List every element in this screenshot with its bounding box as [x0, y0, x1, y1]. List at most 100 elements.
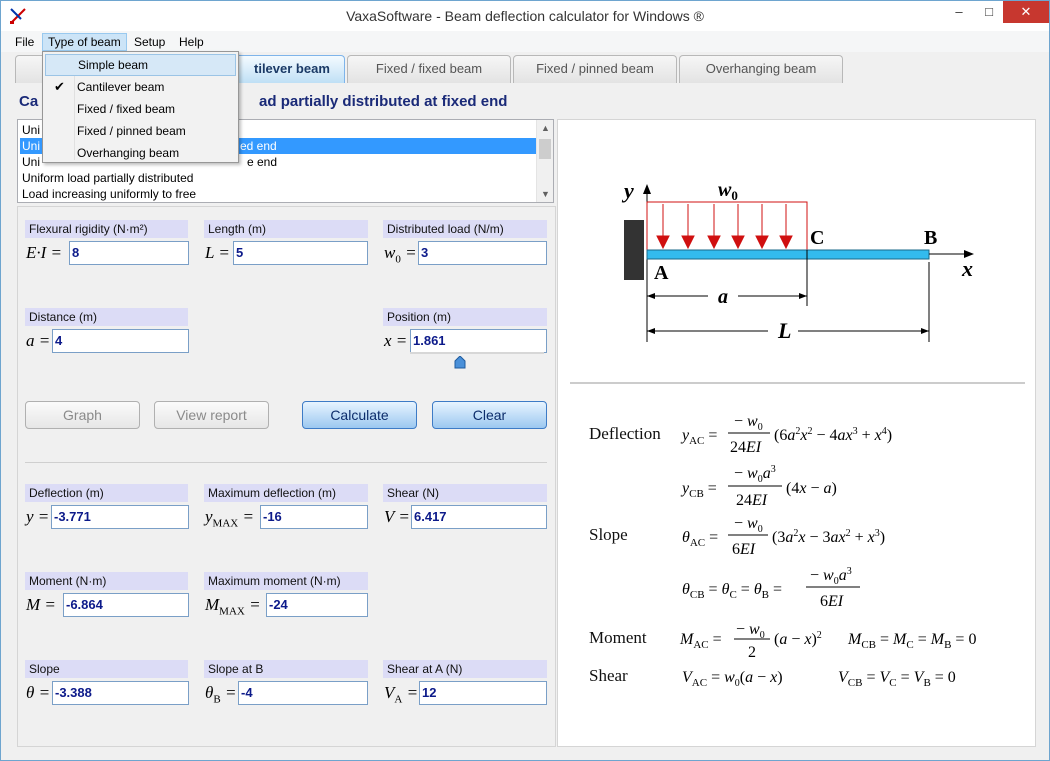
- formula-y-ac-rhs: (6a2x2 − 4ax3 + x4): [774, 426, 892, 444]
- calculate-button[interactable]: Calculate: [302, 401, 417, 429]
- list-scrollbar[interactable]: ▲ ▼: [536, 120, 553, 202]
- menu-item-overhanging-beam[interactable]: Overhanging beam: [45, 142, 236, 164]
- menu-item-fixed-pinned-beam[interactable]: Fixed / pinned beam: [45, 120, 236, 142]
- ymax-symbol: yMAX =: [205, 505, 254, 529]
- type-of-beam-menu: Simple beam ✔ Cantilever beam Fixed / fi…: [42, 51, 239, 163]
- theta-symbol: θ =: [26, 683, 51, 702]
- menu-file[interactable]: File: [10, 33, 39, 51]
- menu-bar: File Type of beam Setup Help: [1, 31, 1049, 52]
- ei-symbol: E·I =: [26, 243, 63, 262]
- scroll-down-icon[interactable]: ▼: [537, 186, 553, 202]
- window-title: VaxaSoftware - Beam deflection calculato…: [346, 8, 704, 24]
- arrow-icon: [799, 293, 807, 299]
- formula-v-ac: VAC = w0(a − x): [682, 669, 783, 689]
- slope-output[interactable]: -3.388: [52, 681, 189, 705]
- list-item-label: Uni: [22, 155, 41, 169]
- max-deflection-label: Maximum deflection (m): [204, 484, 368, 502]
- position-label: Position (m): [383, 308, 547, 326]
- y-symbol: y =: [26, 507, 50, 526]
- close-button[interactable]: ✕: [1003, 1, 1049, 23]
- formula-y-ac-lhs: yAC =: [680, 427, 717, 447]
- menu-item-fixed-fixed-beam[interactable]: Fixed / fixed beam: [45, 98, 236, 120]
- formula-y-cb-lhs: yCB =: [680, 480, 717, 500]
- a-symbol: a =: [26, 331, 51, 350]
- max-deflection-output[interactable]: -16: [260, 505, 368, 529]
- minimize-button[interactable]: –: [944, 1, 974, 23]
- slope-b-output[interactable]: -4: [238, 681, 368, 705]
- formula-m-ac-den: 2: [748, 644, 756, 661]
- m-symbol: M =: [26, 595, 56, 614]
- formula-y-ac-den: 24EI: [730, 439, 762, 456]
- list-item-label-tail: e end: [247, 155, 278, 169]
- length-input[interactable]: 5: [233, 241, 368, 265]
- distance-input[interactable]: 4: [52, 329, 189, 353]
- list-item[interactable]: Uniform load partially distributed: [20, 170, 193, 186]
- position-slider-track[interactable]: [410, 352, 544, 354]
- w0-symbol: w0 =: [384, 241, 417, 265]
- max-moment-output[interactable]: -24: [266, 593, 368, 617]
- menu-type-of-beam[interactable]: Type of beam: [42, 33, 127, 51]
- flexural-rigidity-input[interactable]: 8: [69, 241, 189, 265]
- clear-button[interactable]: Clear: [432, 401, 547, 429]
- mmax-subscript: MAX: [219, 605, 245, 618]
- menu-help[interactable]: Help: [174, 33, 209, 51]
- beam: [646, 249, 930, 260]
- list-item[interactable]: Load increasing uniformly to free: [20, 186, 196, 202]
- menu-item-simple-beam[interactable]: Simple beam: [45, 54, 236, 76]
- position-slider-thumb[interactable]: [454, 356, 466, 369]
- deflection-formula-label: Deflection: [589, 424, 661, 443]
- formula-m-cb: MCB = MC = MB = 0: [847, 631, 976, 651]
- x-axis-label: x: [961, 256, 973, 281]
- dim-a-label: a: [718, 286, 728, 308]
- deflection-output[interactable]: -3.771: [51, 505, 189, 529]
- theta-b-subscript: B: [213, 693, 221, 706]
- va-subscript: A: [394, 693, 403, 706]
- menu-item-cantilever-beam[interactable]: ✔ Cantilever beam: [45, 76, 236, 98]
- formula-theta-ac-num: − w0: [734, 515, 763, 535]
- arrow-icon: [647, 293, 655, 299]
- position-input[interactable]: 1.861: [410, 329, 547, 353]
- slope-formula-label: Slope: [589, 525, 628, 544]
- l-symbol: L =: [205, 243, 230, 262]
- tab-fixed-pinned-beam[interactable]: Fixed / pinned beam: [513, 55, 677, 83]
- maximize-button[interactable]: □: [974, 1, 1004, 23]
- scroll-thumb[interactable]: [539, 139, 551, 159]
- va-symbol: VA =: [384, 681, 418, 705]
- va-equals: =: [406, 683, 419, 702]
- diagram-panel: y w0 x A C B a L yAC = − w0 24EI (6a2x2 …: [557, 119, 1036, 747]
- moment-output[interactable]: -6.864: [63, 593, 189, 617]
- va-v: V: [384, 683, 395, 702]
- ymax-equals: =: [242, 507, 254, 526]
- formula-y-cb-num: − w0a3: [734, 464, 776, 485]
- graph-button[interactable]: Graph: [25, 401, 140, 429]
- slope-b-label: Slope at B: [204, 660, 368, 678]
- view-report-button[interactable]: View report: [154, 401, 269, 429]
- flexural-rigidity-label: Flexural rigidity (N·m²): [25, 220, 188, 238]
- point-c-label: C: [810, 227, 824, 249]
- ymax-y: y: [205, 507, 213, 526]
- list-item[interactable]: Uni e end: [20, 154, 277, 170]
- input-output-panel: Flexural rigidity (N·m²) E·I = 8 Length …: [17, 206, 556, 747]
- list-item-label: Uni: [22, 139, 41, 153]
- moment-formula-label: Moment: [589, 628, 647, 647]
- list-item[interactable]: Uni: [20, 122, 40, 138]
- slope-label: Slope: [25, 660, 188, 678]
- formula-m-ac-rhs: (a − x)2: [774, 630, 822, 648]
- shear-output[interactable]: 6.417: [411, 505, 547, 529]
- formula-theta-ac-lhs: θAC =: [682, 529, 718, 549]
- list-item-label-tail: ed end: [240, 139, 277, 153]
- title-bar: VaxaSoftware - Beam deflection calculato…: [1, 1, 1049, 31]
- scroll-up-icon[interactable]: ▲: [537, 120, 553, 136]
- load-symbol: w: [718, 179, 732, 201]
- shear-a-output[interactable]: 12: [419, 681, 547, 705]
- tab-cantilever-label: tilever beam: [254, 61, 330, 76]
- tab-overhanging-beam[interactable]: Overhanging beam: [679, 55, 843, 83]
- menu-setup[interactable]: Setup: [129, 33, 170, 51]
- mmax-equals: =: [249, 595, 261, 614]
- theta-b-symbol: θB =: [205, 681, 236, 705]
- tab-fixed-fixed-beam[interactable]: Fixed / fixed beam: [347, 55, 511, 83]
- load-subscript: 0: [731, 188, 738, 203]
- distributed-load-input[interactable]: 3: [418, 241, 547, 265]
- shear-formula-label: Shear: [589, 666, 628, 685]
- arrow-icon: [921, 328, 929, 334]
